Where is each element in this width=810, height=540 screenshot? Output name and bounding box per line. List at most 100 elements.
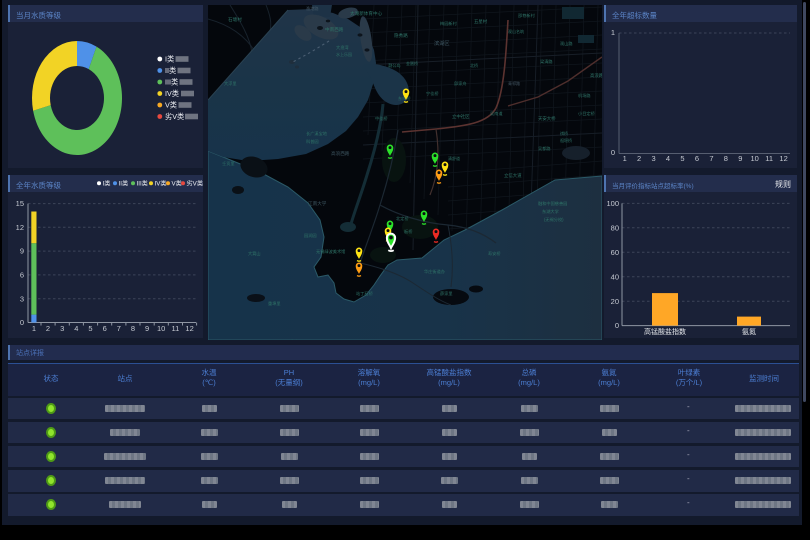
svg-text:无锡绿波美术馆: 无锡绿波美术馆 — [316, 248, 345, 255]
svg-text:V类: V类 — [172, 180, 182, 188]
svg-text:6: 6 — [103, 324, 107, 333]
svg-text:天安大桥: 天安大桥 — [538, 115, 556, 122]
svg-text:4: 4 — [666, 154, 670, 163]
svg-text:壬贡里: 壬贡里 — [222, 160, 235, 167]
svg-text:5: 5 — [88, 324, 92, 333]
svg-text:江南大学: 江南大学 — [308, 200, 327, 207]
svg-text:华庄街道办: 华庄街道办 — [424, 268, 445, 275]
svg-text:立中社区: 立中社区 — [452, 113, 470, 120]
svg-text:10: 10 — [751, 154, 759, 163]
svg-text:1: 1 — [623, 154, 627, 163]
svg-text:12: 12 — [779, 154, 787, 163]
svg-text:7: 7 — [709, 154, 713, 163]
svg-text:4: 4 — [74, 324, 78, 333]
svg-text:东湖大学: 东湖大学 — [542, 208, 559, 215]
svg-text:大浮里: 大浮里 — [224, 80, 237, 87]
svg-text:融和中国慈善园: 融和中国慈善园 — [538, 200, 567, 207]
svg-text:板桥: 板桥 — [404, 228, 413, 235]
svg-text:大箕山: 大箕山 — [248, 250, 261, 257]
svg-text:小目定桥: 小目定桥 — [578, 110, 596, 117]
svg-text:(无锡分校): (无锡分校) — [544, 216, 564, 223]
svg-text:IV类: IV类 — [155, 180, 167, 188]
svg-text:5: 5 — [680, 154, 684, 163]
svg-text:氨氮: 氨氮 — [742, 327, 756, 336]
svg-text:隐秀路: 隐秀路 — [394, 32, 408, 39]
svg-text:北定桥: 北定桥 — [396, 215, 409, 222]
svg-text:机场路: 机场路 — [578, 92, 591, 99]
svg-text:吴南道: 吴南道 — [490, 110, 503, 117]
svg-text:2: 2 — [637, 154, 641, 163]
svg-text:观山名筑: 观山名筑 — [508, 28, 524, 34]
svg-text:石塘村: 石塘村 — [228, 16, 242, 23]
svg-text:科普园: 科普园 — [306, 138, 319, 145]
svg-text:劣V类: 劣V类 — [187, 180, 204, 188]
svg-text:太湖新体育中心: 太湖新体育中心 — [350, 10, 383, 17]
svg-text:五星村: 五星村 — [474, 18, 488, 24]
svg-text:梅园新村: 梅园新村 — [440, 20, 458, 27]
svg-text:渔港路: 渔港路 — [306, 5, 319, 12]
svg-text:15: 15 — [16, 199, 24, 208]
svg-text:9: 9 — [20, 247, 24, 256]
svg-text:3: 3 — [652, 154, 656, 163]
svg-text:10: 10 — [157, 324, 165, 333]
svg-text:园润园: 园润园 — [304, 232, 317, 239]
svg-text:青祁路: 青祁路 — [508, 80, 520, 86]
svg-text:1: 1 — [32, 324, 36, 333]
svg-text:III类: III类 — [137, 180, 148, 188]
svg-text:11: 11 — [172, 324, 180, 333]
svg-text:梁清路: 梁清路 — [540, 58, 553, 65]
svg-text:12: 12 — [16, 223, 24, 232]
svg-text:0: 0 — [615, 321, 619, 330]
svg-text:邵巷新村: 邵巷新村 — [518, 12, 536, 19]
svg-text:I类: I类 — [103, 180, 111, 188]
svg-text:中南西路: 中南西路 — [325, 26, 344, 33]
svg-text:滨湖区: 滨湖区 — [434, 39, 450, 47]
svg-text:I类: I类 — [165, 55, 174, 64]
svg-text:6: 6 — [20, 271, 24, 280]
svg-text:立信大道: 立信大道 — [504, 172, 522, 179]
svg-text:40: 40 — [611, 272, 619, 281]
svg-text:渤公岛: 渤公岛 — [388, 62, 401, 69]
svg-text:II类: II类 — [165, 66, 176, 75]
svg-text:8: 8 — [131, 324, 135, 333]
svg-text:清舒道: 清舒道 — [448, 155, 460, 161]
svg-text:祺桥: 祺桥 — [560, 130, 568, 136]
svg-text:12: 12 — [185, 324, 193, 333]
svg-text:III类: III类 — [165, 78, 178, 87]
svg-text:7: 7 — [117, 324, 121, 333]
svg-text:长广溪宝地: 长广溪宝地 — [306, 130, 328, 137]
svg-text:II类: II类 — [119, 180, 129, 188]
svg-text:吴都路: 吴都路 — [538, 145, 551, 152]
svg-text:金匮桥: 金匮桥 — [406, 60, 418, 66]
svg-text:祖堪桥: 祖堪桥 — [560, 137, 572, 143]
svg-text:11: 11 — [765, 154, 773, 163]
svg-text:3: 3 — [20, 294, 24, 303]
svg-text:大渔湾: 大渔湾 — [336, 44, 349, 51]
svg-text:劣V类: 劣V类 — [165, 112, 184, 121]
svg-text:水上乐园: 水上乐园 — [336, 51, 352, 57]
svg-text:80: 80 — [611, 223, 619, 232]
svg-text:IV类: IV类 — [165, 89, 179, 98]
svg-text:观山路: 观山路 — [560, 40, 573, 47]
svg-text:0: 0 — [20, 318, 24, 327]
svg-text:20: 20 — [611, 297, 619, 306]
svg-text:高浪路: 高浪路 — [590, 72, 602, 79]
svg-text:6: 6 — [695, 154, 699, 163]
svg-text:站丁石桥: 站丁石桥 — [356, 290, 374, 297]
svg-text:60: 60 — [611, 248, 619, 257]
svg-text:充山: 充山 — [290, 338, 298, 340]
svg-text:高浪西路: 高浪西路 — [331, 150, 350, 157]
svg-text:100: 100 — [606, 199, 619, 208]
svg-text:3: 3 — [60, 324, 64, 333]
svg-text:高锰酸盐指数: 高锰酸盐指数 — [644, 327, 686, 336]
svg-text:2: 2 — [46, 324, 50, 333]
svg-text:9: 9 — [738, 154, 742, 163]
svg-text:寿安桥: 寿安桥 — [488, 250, 501, 257]
svg-text:V类: V类 — [165, 101, 177, 110]
svg-text:1: 1 — [611, 28, 615, 37]
svg-text:0: 0 — [611, 148, 615, 157]
svg-text:薛家里: 薛家里 — [440, 290, 453, 297]
svg-text:邱家舟: 邱家舟 — [454, 80, 467, 87]
svg-text:8: 8 — [724, 154, 728, 163]
svg-text:宁佳桥: 宁佳桥 — [426, 90, 439, 97]
